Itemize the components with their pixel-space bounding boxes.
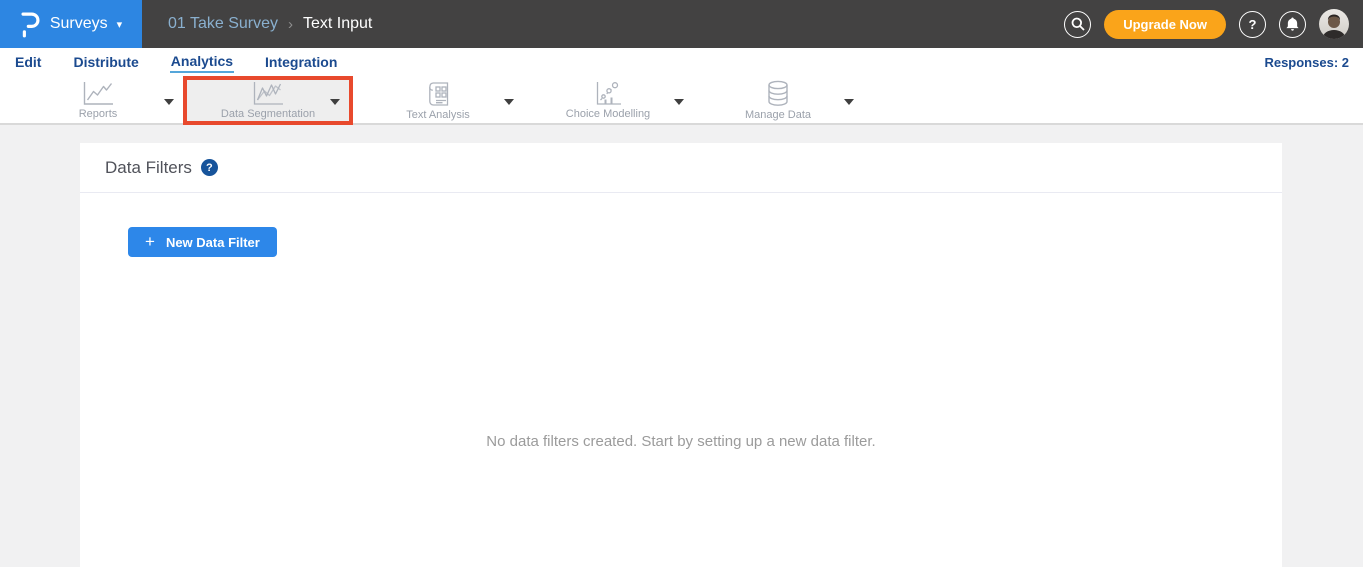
user-avatar[interactable] — [1319, 9, 1349, 39]
toolbar-item-label: Text Analysis — [406, 109, 470, 121]
top-bar: Surveys ▾ 01 Take Survey › Text Input Up… — [0, 0, 1363, 48]
question-mark-glyph: ? — [206, 162, 213, 174]
toolbar-item-label: Choice Modelling — [566, 108, 650, 120]
chevron-down-icon[interactable] — [504, 92, 514, 110]
chevron-down-icon[interactable] — [330, 92, 340, 110]
segmentation-chart-icon — [252, 81, 284, 106]
empty-state-message: No data filters created. Start by settin… — [80, 433, 1282, 450]
help-icon[interactable]: ? — [201, 159, 218, 176]
app-switcher[interactable]: Surveys ▾ — [0, 0, 142, 48]
toolbar-item-data-segmentation[interactable]: Data Segmentation — [183, 76, 353, 125]
plus-icon: + — [145, 233, 155, 252]
search-icon — [1071, 17, 1085, 31]
app-name: Surveys — [50, 15, 108, 33]
toolbar-item-text-analysis[interactable]: Text Analysis — [353, 76, 523, 125]
panel-header: Data Filters ? — [80, 143, 1282, 193]
tab-analytics[interactable]: Analytics — [170, 51, 234, 73]
page-background: Data Filters ? + New Data Filter No data… — [0, 125, 1363, 567]
toolbar-item-choice-modelling[interactable]: Choice Modelling — [523, 76, 693, 125]
panel-body: + New Data Filter No data filters create… — [80, 193, 1282, 450]
scatter-chart-icon — [593, 81, 623, 106]
survey-nav-tabs: Edit Distribute Analytics Integration Re… — [0, 48, 1363, 76]
toolbar-item-label: Reports — [79, 108, 118, 120]
responses-count: Responses: 2 — [1264, 55, 1363, 70]
chevron-down-icon: ▾ — [117, 18, 123, 31]
upgrade-now-button[interactable]: Upgrade Now — [1104, 10, 1226, 39]
analytics-toolbar: Reports Data Segmentation — [0, 76, 1363, 125]
top-actions: Upgrade Now ? — [1064, 9, 1363, 39]
question-mark-icon: ? — [1249, 17, 1257, 32]
toolbar-item-manage-data[interactable]: Manage Data — [693, 76, 863, 125]
proprofs-logo-icon — [20, 10, 41, 38]
help-button[interactable]: ? — [1239, 11, 1266, 38]
text-grid-icon — [426, 81, 451, 107]
breadcrumb-separator: › — [288, 16, 293, 33]
breadcrumb-survey-link[interactable]: 01 Take Survey — [168, 15, 278, 33]
tab-edit[interactable]: Edit — [14, 52, 42, 72]
chevron-down-icon[interactable] — [164, 92, 174, 110]
chevron-down-icon[interactable] — [674, 92, 684, 110]
breadcrumb-page-title: Text Input — [303, 15, 372, 33]
tab-integration[interactable]: Integration — [264, 52, 338, 72]
new-data-filter-label: New Data Filter — [166, 235, 260, 250]
toolbar-item-reports[interactable]: Reports — [13, 76, 183, 125]
notifications-button[interactable] — [1279, 11, 1306, 38]
tab-distribute[interactable]: Distribute — [72, 52, 139, 72]
toolbar-item-label: Data Segmentation — [221, 108, 315, 120]
chevron-down-icon[interactable] — [844, 92, 854, 110]
page-title: Data Filters — [105, 158, 192, 178]
search-button[interactable] — [1064, 11, 1091, 38]
data-filters-panel: Data Filters ? + New Data Filter No data… — [80, 143, 1282, 567]
new-data-filter-button[interactable]: + New Data Filter — [128, 227, 277, 257]
toolbar-item-label: Manage Data — [745, 109, 811, 121]
breadcrumb: 01 Take Survey › Text Input — [168, 15, 372, 33]
database-icon — [766, 80, 790, 107]
line-chart-icon — [82, 81, 114, 106]
bell-icon — [1286, 17, 1299, 31]
